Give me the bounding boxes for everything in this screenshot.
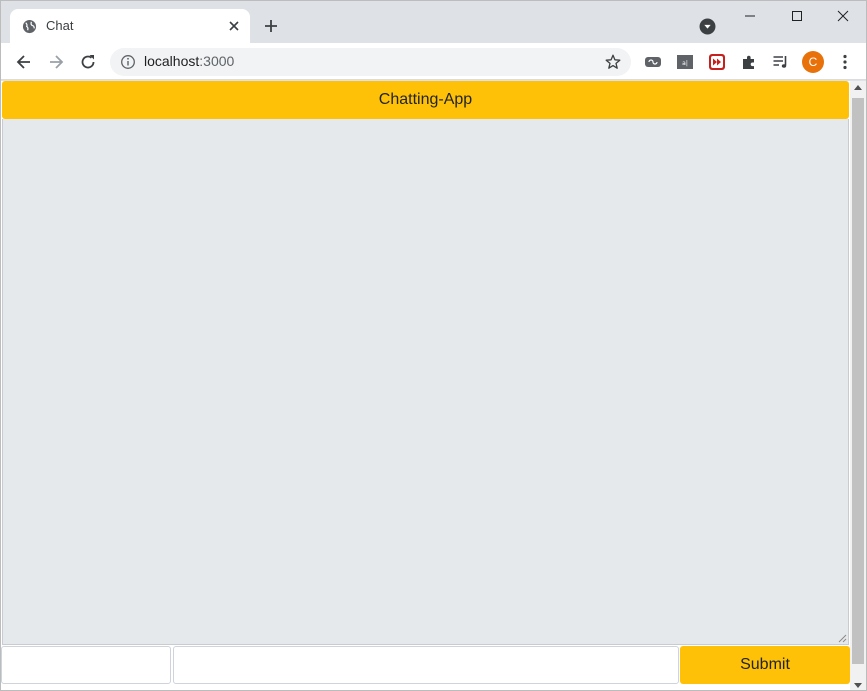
tab-strip: Chat [1,1,866,43]
svg-text:a|: a| [682,60,688,67]
info-icon[interactable] [120,54,136,70]
extension-media-icon[interactable] [708,53,726,71]
address-bar[interactable]: localhost:3000 [110,48,631,76]
tab-chat[interactable]: Chat [10,9,250,43]
address-url: localhost:3000 [144,53,234,69]
new-tab-icon[interactable] [261,16,281,36]
extensions-puzzle-icon[interactable] [740,53,758,71]
reload-icon[interactable] [78,52,98,72]
page-scrollbar[interactable] [850,81,866,690]
maximize-icon[interactable] [786,7,808,25]
scroll-up-arrow-icon[interactable] [854,85,862,90]
tab-title: Chat [46,18,74,33]
browser-toolbar: localhost:3000 a| C [1,43,866,80]
page-viewport: Chatting-App Submit [1,81,850,690]
browser-window: Chat localhost:3000 a| C Chatting-App Su… [0,0,867,691]
scroll-down-arrow-icon[interactable] [854,683,862,688]
chat-messages-area[interactable] [2,119,849,645]
back-arrow-icon[interactable] [14,52,34,72]
submit-button[interactable]: Submit [680,646,850,684]
profile-avatar[interactable]: C [802,51,824,73]
message-input[interactable] [173,646,679,684]
app-header: Chatting-App [2,81,849,119]
extension-link-icon[interactable] [644,53,662,71]
minimize-icon[interactable] [739,7,761,25]
name-input[interactable] [1,646,171,684]
url-host: localhost [144,53,200,69]
window-close-icon[interactable] [832,7,854,25]
tab-search-icon[interactable] [699,18,716,35]
forward-arrow-icon[interactable] [46,52,66,72]
extension-translate-icon[interactable]: a| [676,53,694,71]
media-queue-icon[interactable] [772,53,790,71]
url-port: :3000 [199,53,235,69]
globe-icon [22,19,37,34]
close-icon[interactable] [226,18,242,34]
scroll-thumb[interactable] [852,98,864,664]
more-menu-icon[interactable] [836,53,854,71]
resize-grip-icon[interactable] [837,633,847,643]
bookmark-star-icon[interactable] [604,53,622,71]
